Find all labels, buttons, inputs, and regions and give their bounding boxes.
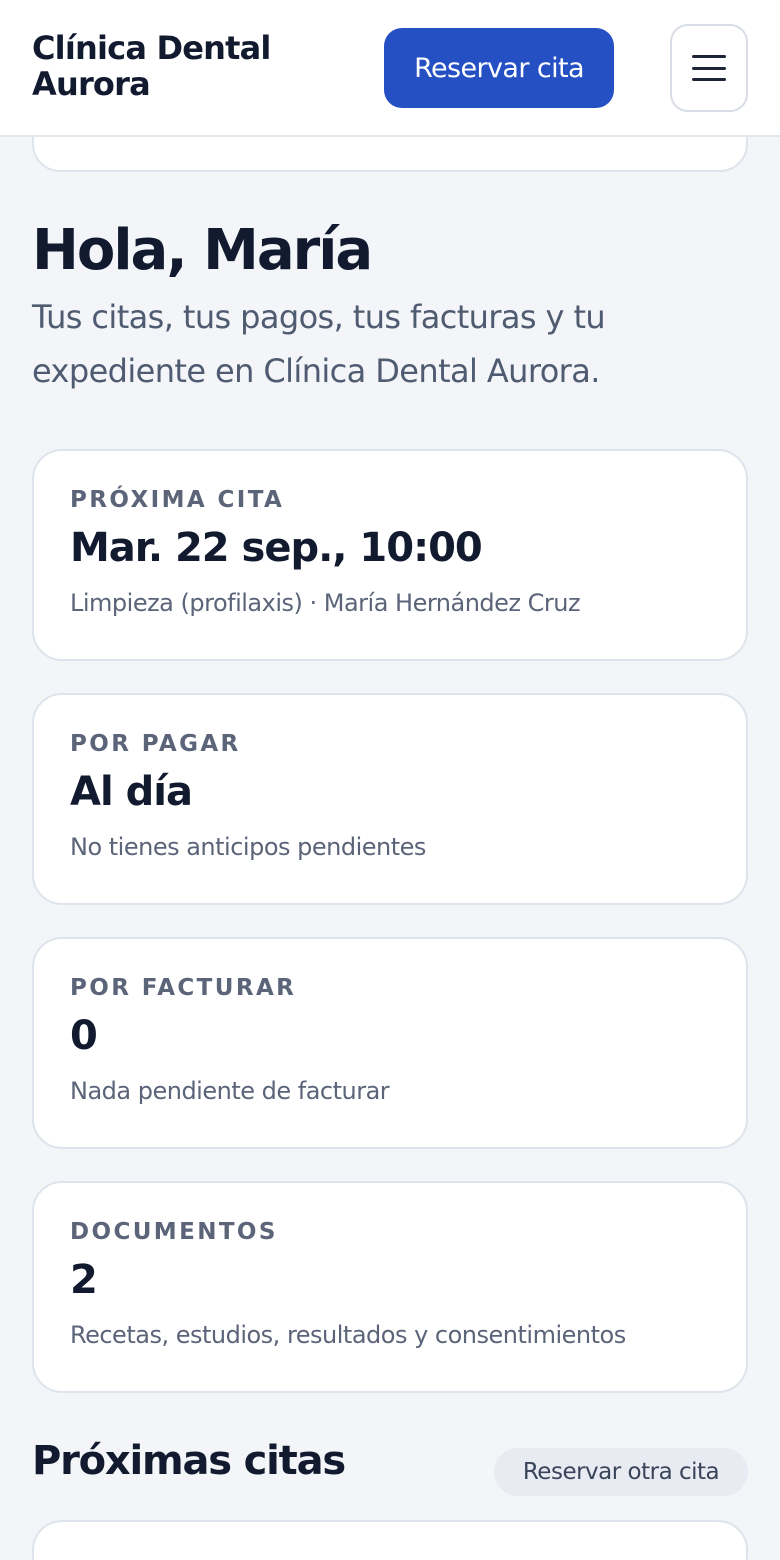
book-appointment-button[interactable]: Reservar cita bbox=[384, 28, 614, 108]
card-label: POR PAGAR bbox=[70, 731, 241, 757]
appointment-list-item[interactable] bbox=[32, 1520, 748, 1560]
card-value: Al día bbox=[70, 769, 193, 815]
card-description: Nada pendiente de facturar bbox=[70, 1077, 390, 1105]
hamburger-menu-icon bbox=[692, 55, 726, 81]
card-value: 2 bbox=[70, 1257, 98, 1303]
card-label: DOCUMENTOS bbox=[70, 1219, 278, 1245]
card-value: 0 bbox=[70, 1013, 98, 1059]
greeting-title: Hola, María bbox=[32, 218, 373, 283]
upcoming-appointments-title: Próximas citas bbox=[32, 1438, 346, 1484]
card-description: No tienes anticipos pendientes bbox=[70, 833, 426, 861]
card-label: PRÓXIMA CITA bbox=[70, 487, 285, 513]
greeting-subtitle: Tus citas, tus pagos, tus facturas y tu … bbox=[32, 298, 606, 390]
card-description: Recetas, estudios, resultados y consenti… bbox=[70, 1321, 626, 1349]
next-appointment-card[interactable]: PRÓXIMA CITA Mar. 22 sep., 10:00 Limpiez… bbox=[32, 449, 748, 661]
top-header: Clínica Dental Aurora Reservar cita bbox=[0, 0, 780, 137]
book-another-appointment-button[interactable]: Reservar otra cita bbox=[494, 1448, 748, 1496]
card-value: Mar. 22 sep., 10:00 bbox=[70, 525, 483, 571]
card-description: Limpieza (profilaxis) · María Hernández … bbox=[70, 589, 581, 617]
menu-button[interactable] bbox=[670, 24, 748, 112]
card-label: POR FACTURAR bbox=[70, 975, 297, 1001]
to-invoice-card[interactable]: POR FACTURAR 0 Nada pendiente de factura… bbox=[32, 937, 748, 1149]
documents-card[interactable]: DOCUMENTOS 2 Recetas, estudios, resultad… bbox=[32, 1181, 748, 1393]
to-pay-card[interactable]: POR PAGAR Al día No tienes anticipos pen… bbox=[32, 693, 748, 905]
clinic-brand[interactable]: Clínica Dental Aurora bbox=[32, 30, 292, 102]
